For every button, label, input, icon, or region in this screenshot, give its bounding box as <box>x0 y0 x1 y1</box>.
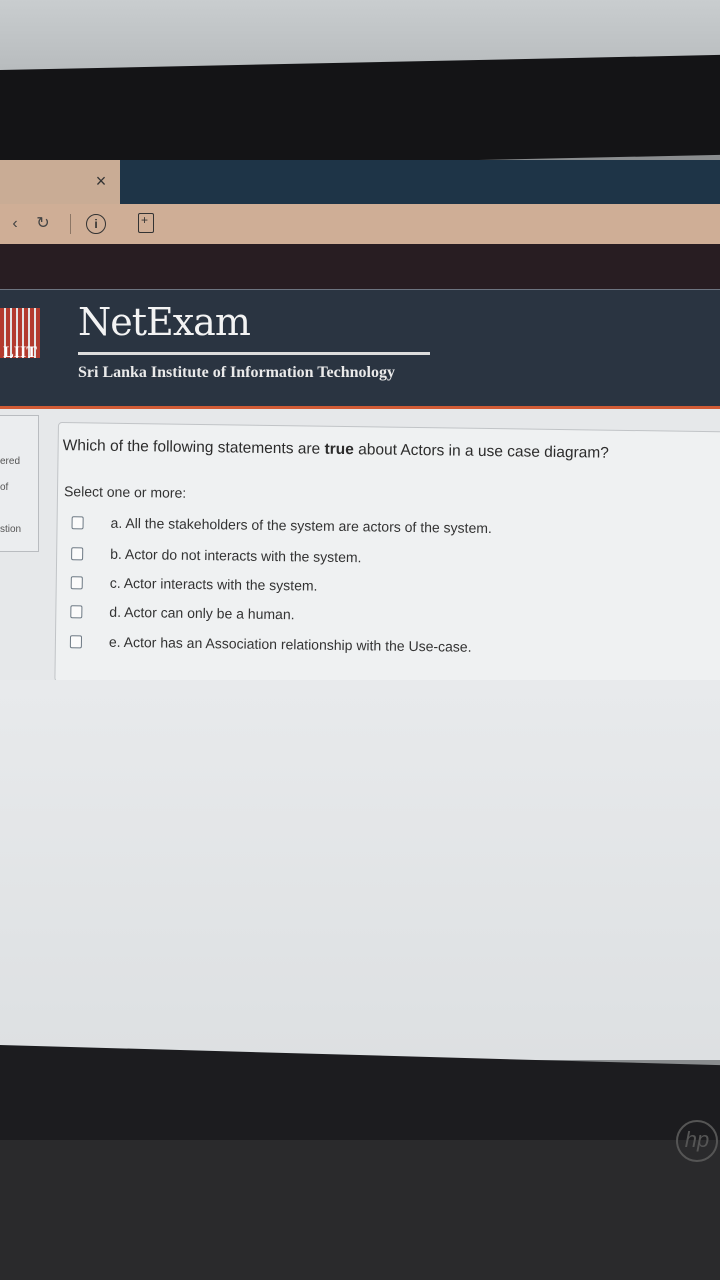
page-body <box>0 680 720 1060</box>
institute-name: Sri Lanka Institute of Information Techn… <box>78 364 395 381</box>
close-icon[interactable]: × <box>90 168 112 194</box>
option-checkbox[interactable] <box>70 575 83 589</box>
option-label[interactable]: d. Actor can only be a human. <box>109 604 294 623</box>
monitor-bezel-top <box>0 54 720 170</box>
option-checkbox[interactable] <box>71 515 84 529</box>
option-checkbox[interactable] <box>71 546 84 560</box>
bookmarks-bar <box>0 244 720 289</box>
option-label[interactable]: b. Actor do not interacts with the syste… <box>110 546 362 566</box>
option-label[interactable]: a. All the stakeholders of the system ar… <box>110 515 491 536</box>
info-text: ered <box>0 456 21 467</box>
info-icon[interactable]: i <box>86 214 106 234</box>
answer-option[interactable]: e. Actor has an Association relationship… <box>69 630 472 658</box>
divider <box>78 352 430 355</box>
divider <box>70 214 71 234</box>
question-card: Which of the following statements are tr… <box>54 422 720 692</box>
answer-option[interactable]: d. Actor can only be a human. <box>70 600 295 625</box>
reload-icon[interactable]: ↻ <box>34 214 52 234</box>
answer-prompt: Select one or more: <box>63 483 187 501</box>
site-title[interactable]: NetExam <box>78 300 251 344</box>
logo-text: LIIT <box>3 344 37 361</box>
option-label[interactable]: c. Actor interacts with the system. <box>110 575 318 594</box>
option-checkbox[interactable] <box>70 604 83 618</box>
address-bar: ‹ ↻ i <box>0 204 720 244</box>
question-info-panel: ered of stion <box>0 415 39 552</box>
answer-option[interactable]: c. Actor interacts with the system. <box>70 571 318 596</box>
answer-option[interactable]: b. Actor do not interacts with the syste… <box>71 542 362 568</box>
browser-tab[interactable]: × <box>0 160 120 204</box>
back-icon[interactable]: ‹ <box>6 214 24 234</box>
hp-logo-icon: hp <box>676 1120 718 1162</box>
flag-question-link[interactable]: stion <box>0 524 21 535</box>
page-icon[interactable] <box>138 213 154 233</box>
info-text: of <box>0 482 9 493</box>
question-text: Which of the following statements are tr… <box>62 437 609 462</box>
desk <box>0 1140 720 1280</box>
site-header: LIIT NetExam Sri Lanka Institute of Info… <box>0 289 720 409</box>
screen: × ‹ ↻ i LIIT NetExam Sri Lanka Institute… <box>0 160 720 1060</box>
answer-option[interactable]: a. All the stakeholders of the system ar… <box>71 511 492 539</box>
option-checkbox[interactable] <box>69 634 83 648</box>
sliit-logo-icon[interactable]: LIIT <box>0 308 40 361</box>
option-label[interactable]: e. Actor has an Association relationship… <box>109 634 472 655</box>
tab-bar: × <box>0 160 720 204</box>
